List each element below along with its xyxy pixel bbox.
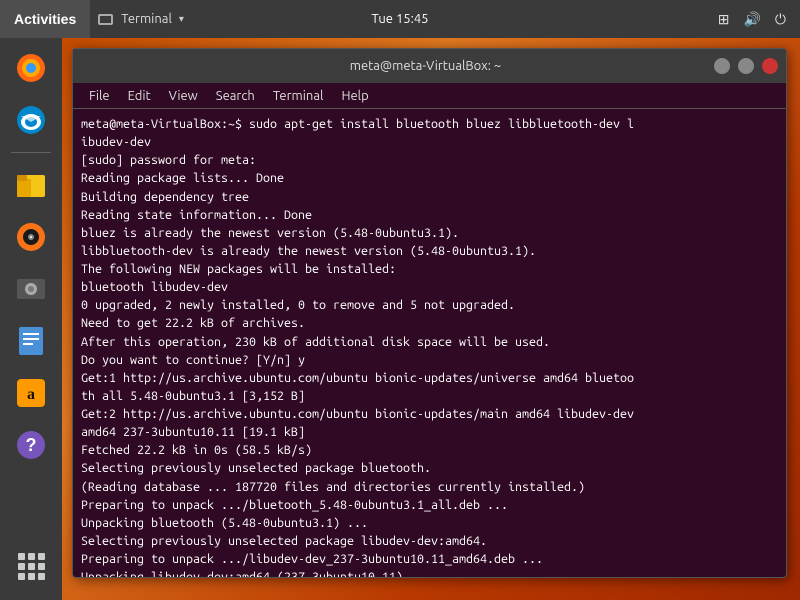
terminal-line: 0 upgraded, 2 newly installed, 0 to remo… [81,296,778,314]
terminal-line: Reading state information... Done [81,206,778,224]
svg-text:?: ? [26,435,37,455]
terminal-line: Need to get 22.2 kB of archives. [81,314,778,332]
amazon-icon: a [13,375,49,411]
terminal-line: libbluetooth-dev is already the newest v… [81,242,778,260]
topbar-left: Activities Terminal ▾ [0,0,192,38]
monitor-icon [98,14,113,25]
terminal-line: Reading package lists... Done [81,169,778,187]
writer-icon [13,323,49,359]
chevron-down-icon: ▾ [179,13,184,25]
topbar: Activities Terminal ▾ Tue 15:45 ⊞ 🔊 ⏻ [0,0,800,38]
topbar-clock: Tue 15:45 [372,12,429,26]
menu-view[interactable]: View [161,87,206,105]
photos-icon [13,271,49,307]
volume-icon[interactable]: 🔊 [739,9,764,30]
terminal-line: Selecting previously unselected package … [81,459,778,477]
rhythmbox-icon [13,219,49,255]
terminal-taskbar-item[interactable]: Terminal ▾ [90,12,192,26]
sidebar-item-firefox[interactable] [7,44,55,92]
terminal-line: Get:2 http://us.archive.ubuntu.com/ubunt… [81,405,778,423]
minimize-button[interactable] [714,58,730,74]
sidebar-item-rhythmbox[interactable] [7,213,55,261]
terminal-window-title: meta@meta-VirtualBox: ~ [141,59,710,73]
terminal-line: Selecting previously unselected package … [81,532,778,550]
menu-terminal[interactable]: Terminal [265,87,332,105]
menu-help[interactable]: Help [333,87,376,105]
terminal-line: (Reading database ... 187720 files and d… [81,478,778,496]
terminal-line: bluez is already the newest version (5.4… [81,224,778,242]
window-controls [710,58,778,74]
close-button[interactable] [762,58,778,74]
topbar-right-icons: ⊞ 🔊 ⏻ [714,9,800,30]
terminal-line: ibudev-dev [81,133,778,151]
terminal-line: [sudo] password for meta: [81,151,778,169]
terminal-line: Building dependency tree [81,188,778,206]
terminal-line: Fetched 22.2 kB in 0s (58.5 kB/s) [81,441,778,459]
terminal-output: meta@meta-VirtualBox:~$ sudo apt-get ins… [81,115,778,577]
sidebar-item-amazon[interactable]: a [7,369,55,417]
terminal-line: After this operation, 230 kB of addition… [81,333,778,351]
sidebar-divider-1 [11,152,51,153]
menu-search[interactable]: Search [208,87,263,105]
terminal-line: bluetooth libudev-dev [81,278,778,296]
terminal-line: Unpacking bluetooth (5.48-0ubuntu3.1) ..… [81,514,778,532]
terminal-line: meta@meta-VirtualBox:~$ sudo apt-get ins… [81,115,778,133]
maximize-button[interactable] [738,58,754,74]
terminal-line: Unpacking libudev-dev:amd64 (237-3ubuntu… [81,568,778,577]
terminal-line: Preparing to unpack .../bluetooth_5.48-0… [81,496,778,514]
sidebar: a ? [0,38,62,600]
terminal-line: Get:1 http://us.archive.ubuntu.com/ubunt… [81,369,778,387]
sidebar-item-thunderbird[interactable] [7,96,55,144]
terminal-line: Do you want to continue? [Y/n] y [81,351,778,369]
menu-edit[interactable]: Edit [120,87,159,105]
activities-button[interactable]: Activities [0,0,90,38]
terminal-line: th all 5.48-0ubuntu3.1 [3,152 B] [81,387,778,405]
sidebar-item-appgrid[interactable] [7,542,55,590]
power-icon[interactable]: ⏻ [771,9,790,30]
menu-file[interactable]: File [81,87,118,105]
terminal-taskbar-label: Terminal [121,12,172,26]
thunderbird-icon [13,102,49,138]
help-icon: ? [13,427,49,463]
sidebar-item-photos[interactable] [7,265,55,313]
terminal-menubar: File Edit View Search Terminal Help [73,83,786,109]
sidebar-item-writer[interactable] [7,317,55,365]
terminal-content[interactable]: meta@meta-VirtualBox:~$ sudo apt-get ins… [73,109,786,577]
files-icon [13,167,49,203]
terminal-titlebar: meta@meta-VirtualBox: ~ [73,49,786,83]
network-icon[interactable]: ⊞ [714,9,734,30]
firefox-icon [13,50,49,86]
sidebar-item-files[interactable] [7,161,55,209]
terminal-line: Preparing to unpack .../libudev-dev_237-… [81,550,778,568]
terminal-line: The following NEW packages will be insta… [81,260,778,278]
svg-text:a: a [27,386,35,403]
sidebar-item-help[interactable]: ? [7,421,55,469]
terminal-line: amd64 237-3ubuntu10.11 [19.1 kB] [81,423,778,441]
terminal-window: meta@meta-VirtualBox: ~ File Edit View S… [72,48,787,578]
